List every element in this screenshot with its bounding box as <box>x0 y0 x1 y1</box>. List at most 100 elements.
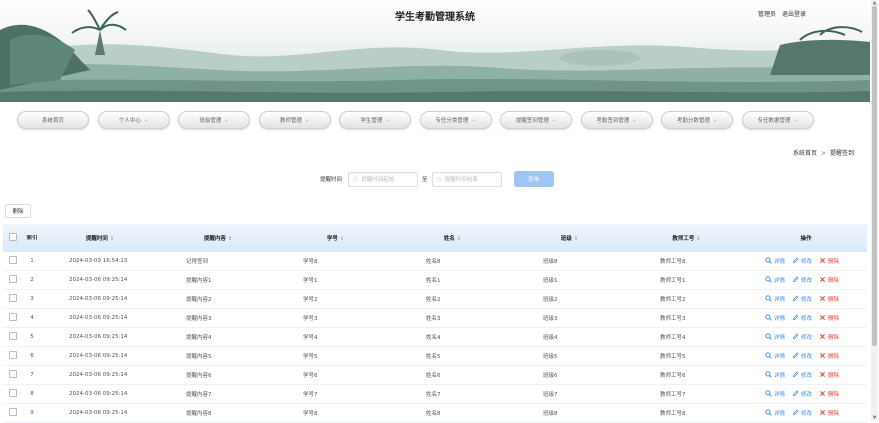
cell-class: 班级4 <box>543 335 558 341</box>
table-row[interactable]: 8 2024-03-06 09:25:14 提醒内容7 学号7 姓名7 班级7 教师工号7 详… <box>3 385 867 404</box>
edit-button[interactable]: 修改 <box>792 333 812 342</box>
row-checkbox[interactable] <box>3 256 23 266</box>
chevron-down-icon: ⌄ <box>551 117 557 123</box>
delete-button[interactable]: 删除 <box>819 352 839 361</box>
detail-button[interactable]: 详情 <box>765 351 785 361</box>
detail-button[interactable]: 详情 <box>765 294 785 304</box>
cell-idx: 8 <box>30 391 34 397</box>
nav-item-label: 个人中心 <box>118 118 141 124</box>
cell-student-no: 学号7 <box>303 392 318 398</box>
delete-button[interactable]: 删除 <box>819 295 839 304</box>
table-row[interactable]: 9 2024-03-06 09:25:14 提醒内容8 学号8 姓名8 班级8 教师工号8 详… <box>3 404 867 423</box>
delete-button[interactable]: 删除 <box>819 314 839 323</box>
row-checkbox[interactable] <box>3 332 23 342</box>
edit-icon <box>792 257 801 266</box>
query-button[interactable]: 查询 <box>513 171 554 187</box>
cell-name: 姓名5 <box>426 354 441 360</box>
header-banner: 学生考勤管理系统 管理员 退出登录 <box>0 0 870 102</box>
delete-button[interactable]: 删除 <box>819 276 839 285</box>
start-date-input[interactable]: ◷ 提醒时间起始 <box>348 171 419 187</box>
nav-item[interactable]: 专任数据管理 ⌄ <box>741 111 814 129</box>
select-all-checkbox[interactable] <box>3 233 23 243</box>
header-name[interactable]: 姓名 ⇕ <box>394 234 511 242</box>
table-row[interactable]: 6 2024-03-06 09:25:14 提醒内容5 学号5 姓名5 班级5 教师工号5 详… <box>3 347 867 366</box>
nav-item[interactable]: 学生管理 ⌄ <box>339 111 411 129</box>
chevron-down-icon: ⌄ <box>224 117 229 123</box>
header-time[interactable]: 提醒时间 ⇕ <box>41 234 159 242</box>
header-teacher-no[interactable]: 教师工号 ⇕ <box>628 234 745 242</box>
edit-label: 修改 <box>801 411 813 417</box>
detail-button[interactable]: 详情 <box>765 408 786 418</box>
header-content[interactable]: 提醒内容 ⇕ <box>159 234 277 242</box>
scroll-down-arrow[interactable]: ▼ <box>871 415 878 421</box>
row-checkbox[interactable] <box>3 408 23 418</box>
row-checkbox[interactable] <box>3 313 23 323</box>
table-row[interactable]: 3 2024-03-06 09:25:14 提醒内容2 学号2 姓名2 班级2 教师工号2 详… <box>3 290 867 309</box>
sort-icon: ⇕ <box>573 236 579 242</box>
edit-icon <box>792 276 801 285</box>
cell-teacher-no: 教师工号7 <box>660 392 686 398</box>
detail-label: 详情 <box>774 411 786 417</box>
breadcrumb: 系统首页 > 提醒签到 <box>793 148 854 157</box>
nav-item[interactable]: 专任分类管理 ⌄ <box>419 111 492 129</box>
cell-idx: 3 <box>30 296 34 302</box>
edit-button[interactable]: 修改 <box>792 409 812 418</box>
cell-name: 姓名3 <box>426 316 441 322</box>
edit-button[interactable]: 修改 <box>792 295 812 304</box>
nav-item[interactable]: 系统首页 <box>17 111 89 129</box>
delete-button[interactable]: 删除 <box>819 371 839 380</box>
end-date-placeholder: 提醒时间结束 <box>444 177 478 183</box>
detail-button[interactable]: 详情 <box>765 275 785 285</box>
detail-button[interactable]: 详情 <box>765 256 785 266</box>
cell-time: 2024-03-06 09:25:14 <box>69 296 128 302</box>
table-row[interactable]: 4 2024-03-06 09:25:14 提醒内容3 学号3 姓名3 班级3 教师工号3 详… <box>3 309 867 328</box>
delete-button[interactable]: 删除 <box>819 333 839 342</box>
header-class[interactable]: 班级 ⇕ <box>511 234 628 242</box>
edit-label: 修改 <box>801 373 813 379</box>
detail-button[interactable]: 详情 <box>765 389 785 399</box>
row-checkbox[interactable] <box>3 294 23 304</box>
delete-button[interactable]: 删除 <box>819 390 839 399</box>
header-student-no[interactable]: 学号 ⇕ <box>277 234 394 242</box>
table-row[interactable]: 2 2024-03-06 09:25:14 提醒内容1 学号1 姓名1 班级1 教师工号1 详… <box>3 271 867 290</box>
table-row[interactable]: 1 2024-03-09 16:54:13 记得签到 学号8 姓名8 班级8 教师工号8 详情… <box>3 252 867 271</box>
row-checkbox[interactable] <box>3 275 23 285</box>
delete-button[interactable]: 删除 <box>819 409 839 418</box>
edit-icon <box>792 390 801 399</box>
batch-delete-button[interactable]: 删除 <box>5 204 31 218</box>
page-scrollbar[interactable]: ▲ ▼ <box>871 0 878 421</box>
nav-item[interactable]: 个人中心 ⌄ <box>97 111 170 129</box>
edit-icon <box>792 314 801 323</box>
table-row[interactable]: 7 2024-03-06 09:25:14 提醒内容6 学号6 姓名6 班级6 教师工号6 详… <box>3 366 867 385</box>
detail-button[interactable]: 详情 <box>765 313 785 323</box>
breadcrumb-home[interactable]: 系统首页 <box>793 150 817 157</box>
nav-item[interactable]: 班级管理 ⌄ <box>178 111 250 129</box>
detail-button[interactable]: 详情 <box>765 332 785 342</box>
logout-link[interactable]: 退出登录 <box>782 11 806 18</box>
edit-button[interactable]: 修改 <box>792 276 812 285</box>
cell-teacher-no: 教师工号8 <box>660 259 686 265</box>
edit-button[interactable]: 修改 <box>792 352 812 361</box>
nav-item[interactable]: 考勤签到管理 ⌄ <box>580 111 653 129</box>
nav-item-label: 考勤分数管理 <box>676 118 710 124</box>
nav-item[interactable]: 提醒签到管理 ⌄ <box>500 111 572 129</box>
edit-icon <box>792 409 801 418</box>
delete-button[interactable]: 删除 <box>819 257 839 266</box>
edit-button[interactable]: 修改 <box>792 390 812 399</box>
edit-button[interactable]: 修改 <box>792 314 812 323</box>
table-row[interactable]: 5 2024-03-06 09:25:14 提醒内容4 学号4 姓名4 班级4 教师工号4 详… <box>3 328 867 347</box>
edit-icon <box>792 295 801 304</box>
cell-student-no: 学号8 <box>303 411 318 417</box>
close-icon <box>819 314 828 323</box>
row-checkbox[interactable] <box>3 389 23 399</box>
row-checkbox[interactable] <box>3 351 23 361</box>
edit-button[interactable]: 修改 <box>792 257 812 266</box>
edit-button[interactable]: 修改 <box>792 371 812 380</box>
row-checkbox[interactable] <box>3 370 23 380</box>
end-date-input[interactable]: ◷ 提醒时间结束 <box>431 171 502 187</box>
nav-item[interactable]: 考勤分数管理 ⌄ <box>661 111 733 129</box>
scrollbar-thumb[interactable] <box>872 6 877 346</box>
nav-item[interactable]: 教师管理 ⌄ <box>258 111 331 129</box>
sort-icon: ⇕ <box>109 236 115 242</box>
detail-button[interactable]: 详情 <box>765 370 785 380</box>
